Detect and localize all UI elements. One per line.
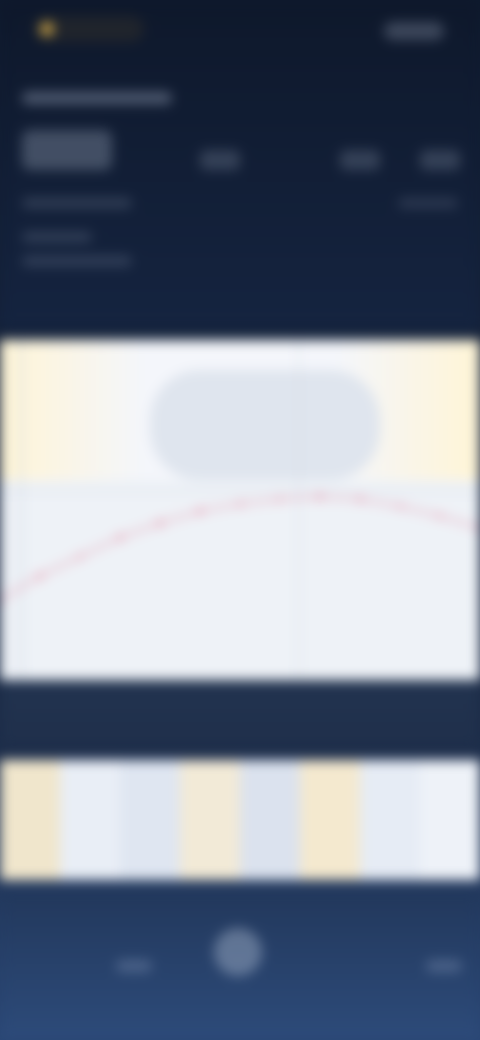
meta-line-2 <box>22 232 92 242</box>
series-point-0-8 <box>318 494 322 499</box>
nav-left-icon[interactable] <box>116 960 152 972</box>
series-point-0-6 <box>238 502 242 506</box>
nav-right-icon[interactable] <box>426 960 462 972</box>
thumb-7[interactable] <box>360 760 420 880</box>
thumb-8[interactable] <box>420 760 480 880</box>
stat-b <box>340 150 380 170</box>
series-point-0-0 <box>0 598 2 602</box>
thumb-1[interactable] <box>0 760 60 880</box>
thumb-2[interactable] <box>60 760 120 880</box>
nav-center-icon[interactable] <box>214 928 262 976</box>
thumbnail-strip[interactable] <box>0 760 480 880</box>
thumb-6[interactable] <box>300 760 360 880</box>
menu-icon[interactable] <box>384 22 444 40</box>
thumb-3[interactable] <box>120 760 180 880</box>
stat-c <box>420 150 460 170</box>
primary-value <box>22 130 112 170</box>
series-point-0-4 <box>158 521 162 526</box>
series-point-0-5 <box>198 509 202 514</box>
series-line-0 <box>0 495 480 602</box>
meta-line-1 <box>22 198 132 208</box>
line-chart <box>0 494 480 602</box>
thumb-5[interactable] <box>240 760 300 880</box>
series-point-0-3 <box>118 535 122 540</box>
page-title <box>22 92 172 104</box>
meta-line-3 <box>22 256 132 266</box>
app-screen <box>0 0 480 1040</box>
section-divider <box>0 680 480 750</box>
series-point-0-10 <box>398 504 402 509</box>
header <box>0 0 480 330</box>
blurred-content <box>0 0 480 1040</box>
series-point-0-1 <box>38 574 42 578</box>
series-point-0-11 <box>438 514 442 518</box>
stat-a <box>200 150 240 170</box>
series-point-0-9 <box>358 497 362 502</box>
series-point-0-7 <box>278 497 282 502</box>
meta-right <box>398 198 458 208</box>
thumb-4[interactable] <box>180 760 240 880</box>
series-point-0-2 <box>78 554 82 559</box>
logo-icon <box>40 22 54 36</box>
